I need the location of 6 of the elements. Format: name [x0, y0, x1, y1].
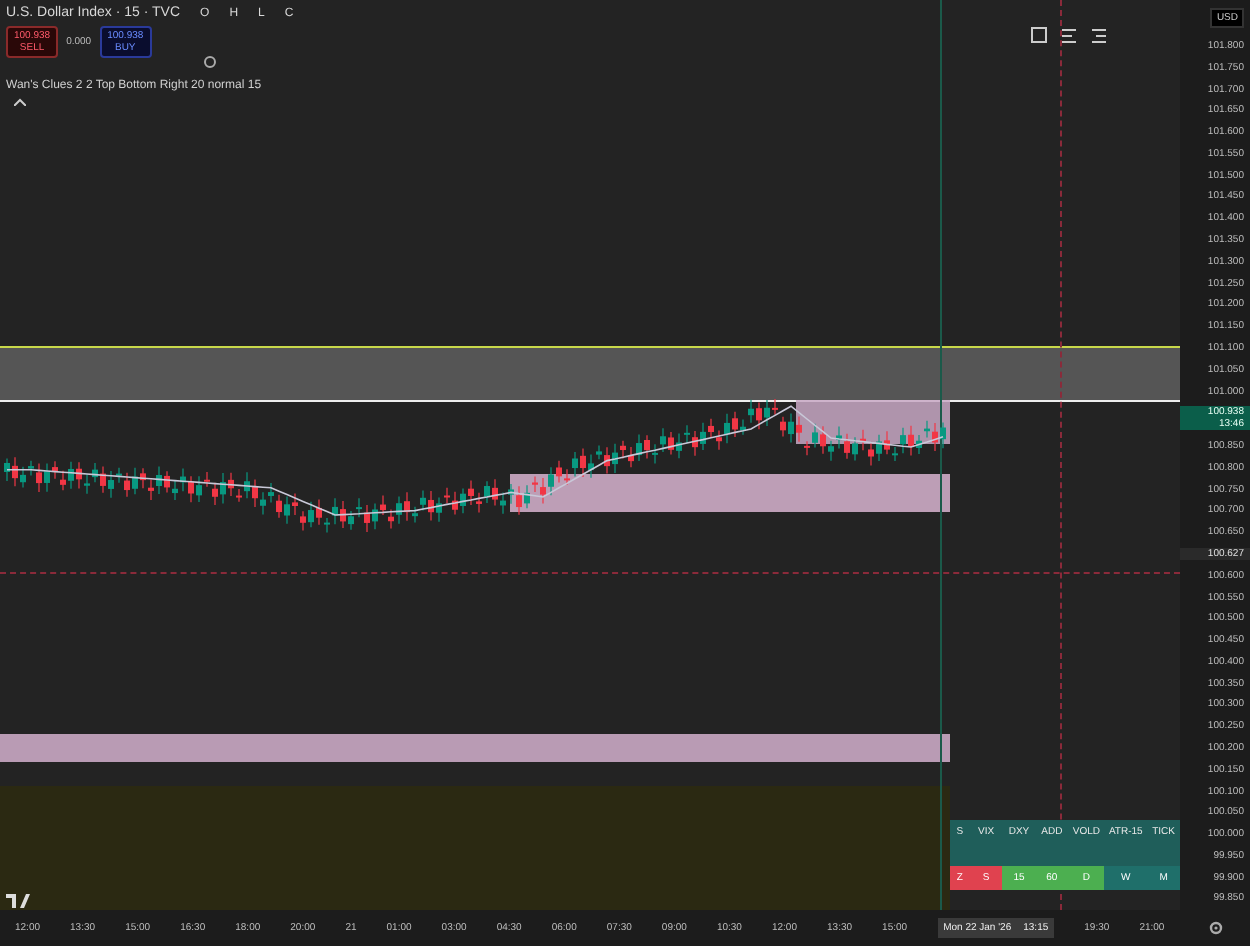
caret-icon[interactable]: [14, 98, 26, 106]
settings-icon[interactable]: [1207, 920, 1223, 936]
align-icon[interactable]: [1060, 26, 1078, 44]
align-icon[interactable]: [1090, 26, 1108, 44]
logo-icon[interactable]: [6, 892, 30, 908]
layout-icon[interactable]: [1030, 26, 1048, 44]
